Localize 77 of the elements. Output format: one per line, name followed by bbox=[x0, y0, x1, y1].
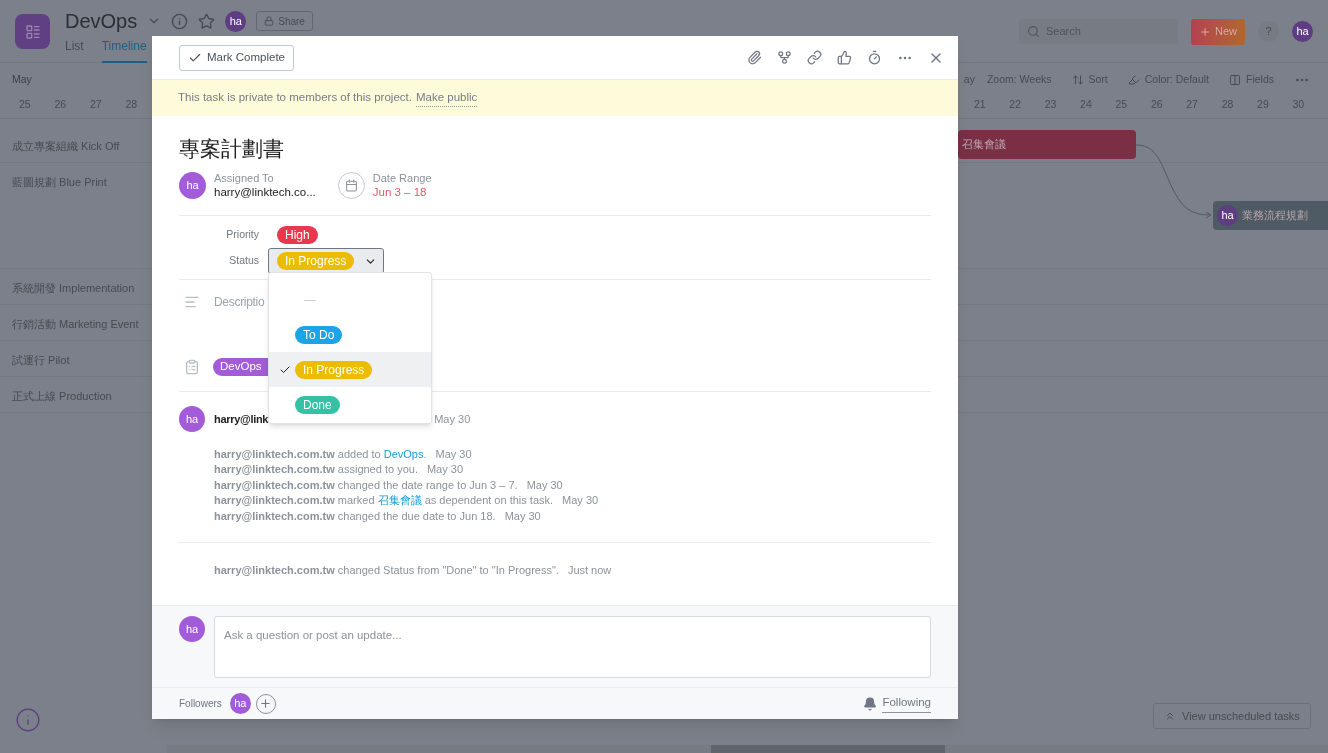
activity-text: harry@linktech.com.tw changed the date range to Jun 3 – 7. bbox=[214, 477, 518, 493]
timestamp: May 30 bbox=[504, 508, 541, 524]
followers-label: Followers bbox=[179, 697, 222, 711]
status-pill: In Progress bbox=[277, 252, 355, 270]
timestamp: May 30 bbox=[562, 493, 599, 508]
avatar: ha bbox=[229, 693, 251, 714]
bell-icon bbox=[863, 696, 878, 711]
status-option[interactable]: Done bbox=[269, 387, 431, 422]
timestamp: May 30 bbox=[526, 477, 563, 493]
date-range-value[interactable]: Jun 3 – 18 bbox=[372, 185, 432, 199]
new-button[interactable]: New bbox=[1191, 18, 1245, 45]
status-option[interactable]: In Progress bbox=[269, 352, 431, 387]
assignee-label: Assigned To bbox=[214, 171, 275, 185]
mark-complete-button[interactable]: Mark Complete bbox=[179, 44, 294, 71]
status-pill: In Progress bbox=[295, 360, 373, 379]
plus-icon bbox=[259, 697, 273, 710]
description-field[interactable]: Descriptio bbox=[214, 293, 265, 311]
list-icon bbox=[24, 23, 41, 40]
date-range-label: Date Range bbox=[372, 171, 432, 185]
star-icon[interactable] bbox=[198, 12, 216, 30]
link-icon[interactable] bbox=[807, 50, 822, 65]
calendar-glyph-icon bbox=[344, 178, 358, 192]
thumbs-up-icon[interactable] bbox=[837, 50, 852, 65]
lines-icon bbox=[184, 294, 200, 310]
project-tag[interactable]: DevOps bbox=[213, 358, 269, 376]
activity-text: harry@linktech.com.tw changed Status from "Done" to "In Progress". bbox=[214, 563, 559, 578]
search-icon bbox=[1027, 25, 1040, 38]
project-title: DevOps bbox=[65, 9, 138, 34]
priority-pill: High bbox=[277, 226, 318, 244]
make-public-link[interactable]: Make public bbox=[415, 88, 478, 108]
help-button[interactable]: ? bbox=[1258, 21, 1279, 42]
task-link[interactable]: 召集會議 bbox=[377, 494, 422, 506]
clipboard-icon bbox=[184, 359, 200, 375]
assignee-value[interactable]: harry@linktech.co... bbox=[214, 185, 316, 199]
activity-text: harry@linktech.com.tw changed the due date to Jun 18. bbox=[214, 508, 496, 524]
info-icon[interactable] bbox=[15, 707, 41, 733]
avatar: ha bbox=[225, 10, 247, 32]
timestamp: May 30 bbox=[434, 411, 471, 427]
task-title: 專案計劃書 bbox=[179, 136, 285, 161]
month-label: May bbox=[12, 72, 32, 88]
plus-icon bbox=[1199, 25, 1211, 38]
comment-author: harry@link bbox=[214, 411, 269, 427]
activity-text: harry@linktech.com.tw assigned to you. bbox=[214, 462, 418, 477]
chevrons-up-icon bbox=[1164, 710, 1176, 722]
following-button[interactable]: Following bbox=[863, 694, 931, 713]
avatar: ha bbox=[179, 406, 205, 432]
field-label: Status bbox=[228, 253, 259, 269]
avatar: ha bbox=[179, 171, 206, 199]
scrollbar[interactable] bbox=[167, 745, 1328, 753]
empty-option-text: — bbox=[304, 291, 316, 309]
status-option[interactable]: — bbox=[269, 282, 431, 317]
activity-text: harry@linktech.com.tw added to DevOps. bbox=[214, 446, 427, 462]
banner-text: This task is private to members of this project. bbox=[178, 90, 412, 106]
status-option[interactable]: To Do bbox=[269, 317, 431, 352]
timer-icon[interactable] bbox=[867, 50, 882, 65]
timeline-bar[interactable]: 召集會議 bbox=[958, 130, 1136, 159]
field-label: Priority bbox=[225, 227, 259, 243]
timestamp: Just now bbox=[567, 563, 612, 578]
paperclip-icon[interactable] bbox=[747, 50, 762, 65]
sort-icon bbox=[1071, 74, 1084, 86]
marker-icon bbox=[1127, 74, 1140, 86]
status-pill: To Do bbox=[295, 325, 343, 344]
status-select[interactable]: In Progress bbox=[268, 248, 385, 274]
branch-icon[interactable] bbox=[777, 50, 792, 65]
info-icon[interactable] bbox=[171, 12, 189, 30]
status-pill: Done bbox=[295, 395, 340, 414]
timestamp: May 30 bbox=[435, 446, 472, 462]
comment-field[interactable]: Ask a question or post an update... bbox=[214, 616, 931, 678]
columns-icon bbox=[1229, 74, 1241, 86]
activity-text: harry@linktech.com.tw marked 召集會議 as dependent on this task. bbox=[214, 493, 554, 508]
avatar: ha bbox=[1217, 205, 1238, 226]
tab[interactable]: Timeline bbox=[101, 37, 147, 63]
timeline-bar[interactable]: ha 業務流程規劃 bbox=[1213, 201, 1328, 230]
timestamp: May 30 bbox=[426, 462, 463, 477]
avatar: ha bbox=[179, 616, 205, 642]
lock-icon bbox=[264, 16, 275, 26]
avatar: ha bbox=[1292, 21, 1313, 42]
